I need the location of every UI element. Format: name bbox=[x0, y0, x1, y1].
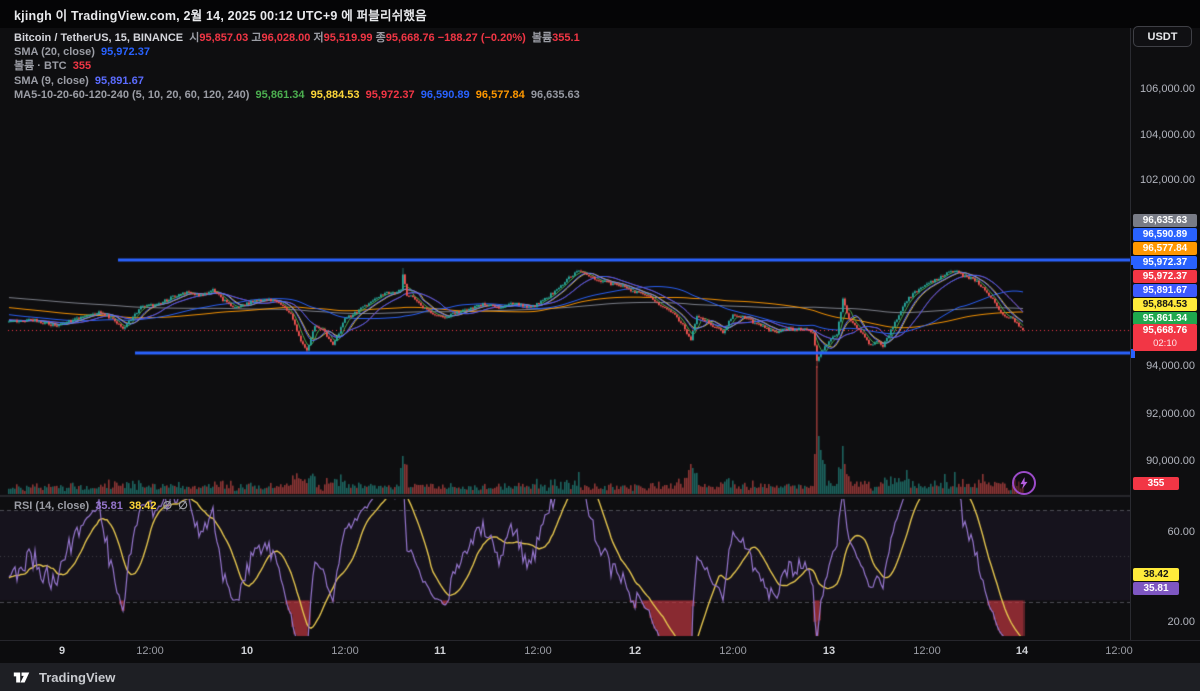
indicator-price-label: 95,861.34 bbox=[1133, 312, 1197, 325]
rsi-legend-part: RSI (14, close) bbox=[14, 500, 95, 512]
indicator-price-label: 96,577.84 bbox=[1133, 242, 1197, 255]
legend-row-1[interactable]: SMA (20, close) 95,972.37 bbox=[14, 45, 580, 59]
current-price-label: 95,668.7602:10 bbox=[1133, 324, 1197, 351]
legend-part: 볼륨 bbox=[532, 32, 552, 44]
indicator-price-label: 95,972.37 bbox=[1133, 256, 1197, 269]
time-label: 12:00 bbox=[1105, 645, 1133, 657]
usdt-label: USDT bbox=[1148, 31, 1178, 43]
time-label: 12:00 bbox=[136, 645, 164, 657]
legend-part: 95,884.53 bbox=[311, 89, 366, 101]
legend-part: 저 bbox=[313, 32, 323, 44]
legend-part: SMA (20, close) bbox=[14, 46, 101, 58]
legend-part: 96,590.89 bbox=[421, 89, 476, 101]
time-label: 12:00 bbox=[524, 645, 552, 657]
time-label: 9 bbox=[59, 645, 65, 657]
rsi-value-label: 35.81 bbox=[1133, 582, 1179, 595]
legend-row-4[interactable]: MA5-10-20-60-120-240 (5, 10, 20, 60, 120… bbox=[14, 88, 580, 102]
legend-part: 95,891.67 bbox=[95, 75, 144, 87]
legend-part: 95,972.37 bbox=[366, 89, 421, 101]
legend-part: MA5-10-20-60-120-240 (5, 10, 20, 60, 120… bbox=[14, 89, 256, 101]
price-tick: 92,000.00 bbox=[1146, 408, 1195, 420]
legend-part: 95,668.76 bbox=[386, 32, 438, 44]
rsi-legend-part: 38.42 bbox=[129, 500, 163, 512]
legend-part: 종 bbox=[376, 32, 386, 44]
indicator-price-label: 95,884.53 bbox=[1133, 298, 1197, 311]
rsi-legend-part: ∅ ∅ bbox=[163, 500, 188, 512]
legend-part: 볼륨 · BTC bbox=[14, 60, 73, 72]
lightning-icon bbox=[1017, 476, 1031, 490]
indicator-price-label: 96,590.89 bbox=[1133, 228, 1197, 241]
legend-part: 96,028.00 bbox=[261, 32, 313, 44]
rsi-tick: 60.00 bbox=[1167, 526, 1195, 538]
indicator-price-label: 95,891.67 bbox=[1133, 284, 1197, 297]
countdown: 02:10 bbox=[1133, 338, 1197, 349]
legend-part: 96,577.84 bbox=[476, 89, 531, 101]
time-label: 12:00 bbox=[719, 645, 747, 657]
legend-part: −188.27 (−0.20%) bbox=[438, 32, 532, 44]
price-tick: 94,000.00 bbox=[1146, 360, 1195, 372]
bottom-bar: TradingView bbox=[0, 663, 1200, 691]
price-chart-canvas[interactable] bbox=[0, 28, 1130, 640]
time-label: 14 bbox=[1016, 645, 1028, 657]
time-label: 11 bbox=[434, 645, 446, 657]
price-tick: 104,000.00 bbox=[1140, 129, 1195, 141]
legend-part: 355.1 bbox=[552, 32, 580, 44]
volume-value-label: 355 bbox=[1133, 477, 1179, 490]
time-label: 12 bbox=[629, 645, 641, 657]
time-label: 12:00 bbox=[331, 645, 359, 657]
tradingview-snapshot: kjingh 이 TradingView.com, 2월 14, 2025 00… bbox=[0, 0, 1200, 691]
legend-part: 고 bbox=[251, 32, 261, 44]
legend-part: 95,972.37 bbox=[101, 46, 150, 58]
publish-text: kjingh 이 TradingView.com, 2월 14, 2025 00… bbox=[14, 5, 427, 24]
legend-part: 95,857.03 bbox=[199, 32, 251, 44]
symbol-legend[interactable]: Bitcoin / TetherUS, 15, BINANCE 시95,857.… bbox=[14, 31, 580, 102]
publish-bar: kjingh 이 TradingView.com, 2월 14, 2025 00… bbox=[0, 0, 1200, 28]
price-axis[interactable]: 106,000.00 104,000.00 102,000.00 94,000.00 9… bbox=[1130, 28, 1200, 640]
legend-row-2[interactable]: 볼륨 · BTC 355 bbox=[14, 59, 580, 73]
price-tick: 106,000.00 bbox=[1140, 83, 1195, 95]
legend-part: 95,861.34 bbox=[256, 89, 311, 101]
indicator-price-label: 96,635.63 bbox=[1133, 214, 1197, 227]
time-label: 10 bbox=[241, 645, 253, 657]
price-tick: 90,000.00 bbox=[1146, 455, 1195, 467]
time-label: 13 bbox=[823, 645, 835, 657]
rsi-legend[interactable]: RSI (14, close) 35.81 38.42 ∅ ∅ bbox=[14, 499, 188, 512]
rsi-value-label: 38.42 bbox=[1133, 568, 1179, 581]
hline-axis-marker bbox=[1131, 256, 1135, 265]
tradingview-logo-icon[interactable] bbox=[12, 669, 32, 686]
legend-part: SMA (9, close) bbox=[14, 75, 95, 87]
time-axis[interactable]: 9 12:00 10 12:00 11 12:00 12 12:00 13 12:00 14 12:0… bbox=[0, 640, 1200, 663]
legend-part: 95,519.99 bbox=[324, 32, 376, 44]
rsi-legend-part: 35.81 bbox=[95, 500, 129, 512]
legend-part: 96,635.63 bbox=[531, 89, 580, 101]
boost-button[interactable] bbox=[1012, 471, 1036, 495]
price-tick: 102,000.00 bbox=[1140, 174, 1195, 186]
legend-part: 시 bbox=[189, 32, 199, 44]
legend-row-0[interactable]: Bitcoin / TetherUS, 15, BINANCE 시95,857.… bbox=[14, 31, 580, 45]
legend-part: Bitcoin / TetherUS, 15, BINANCE bbox=[14, 32, 189, 44]
usdt-button[interactable]: USDT bbox=[1133, 26, 1192, 47]
legend-row-3[interactable]: SMA (9, close) 95,891.67 bbox=[14, 74, 580, 88]
time-label: 12:00 bbox=[913, 645, 941, 657]
legend-part: 355 bbox=[73, 60, 91, 72]
brand-name[interactable]: TradingView bbox=[39, 670, 115, 685]
indicator-price-label: 95,972.37 bbox=[1133, 270, 1197, 283]
current-price: 95,668.76 bbox=[1133, 324, 1197, 338]
rsi-tick: 20.00 bbox=[1167, 616, 1195, 628]
